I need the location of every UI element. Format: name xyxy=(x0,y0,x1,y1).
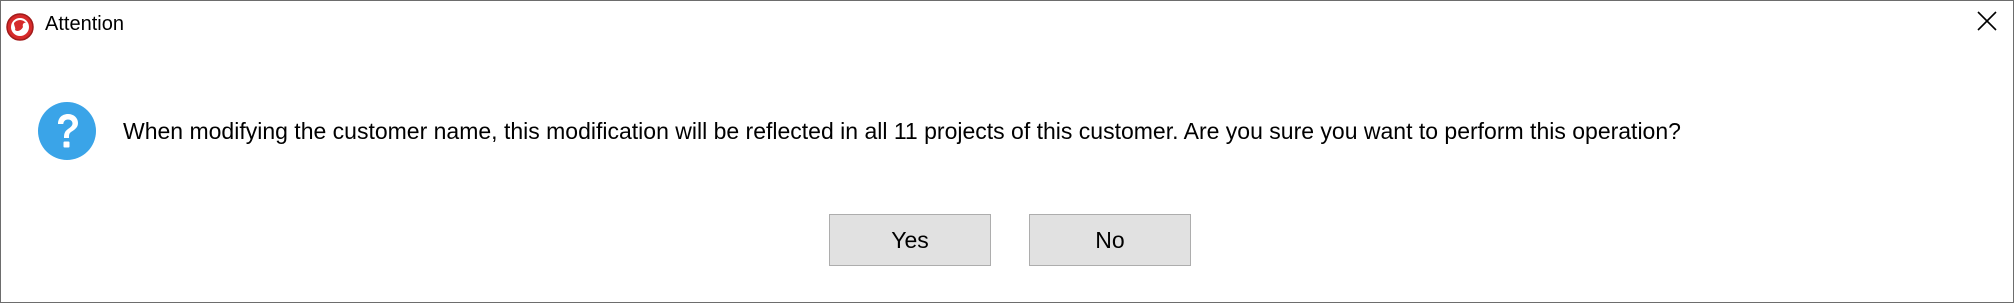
attention-dialog: Attention When modifying the customer na… xyxy=(0,0,2014,303)
yes-button[interactable]: Yes xyxy=(829,214,991,266)
app-icon xyxy=(4,11,36,43)
no-button[interactable]: No xyxy=(1029,214,1191,266)
dialog-message: When modifying the customer name, this m… xyxy=(123,118,1681,144)
close-icon xyxy=(1976,10,1998,37)
title-bar: Attention xyxy=(1,1,2013,46)
window-title: Attention xyxy=(45,13,124,35)
question-icon xyxy=(37,101,97,161)
close-button[interactable] xyxy=(1961,1,2013,45)
